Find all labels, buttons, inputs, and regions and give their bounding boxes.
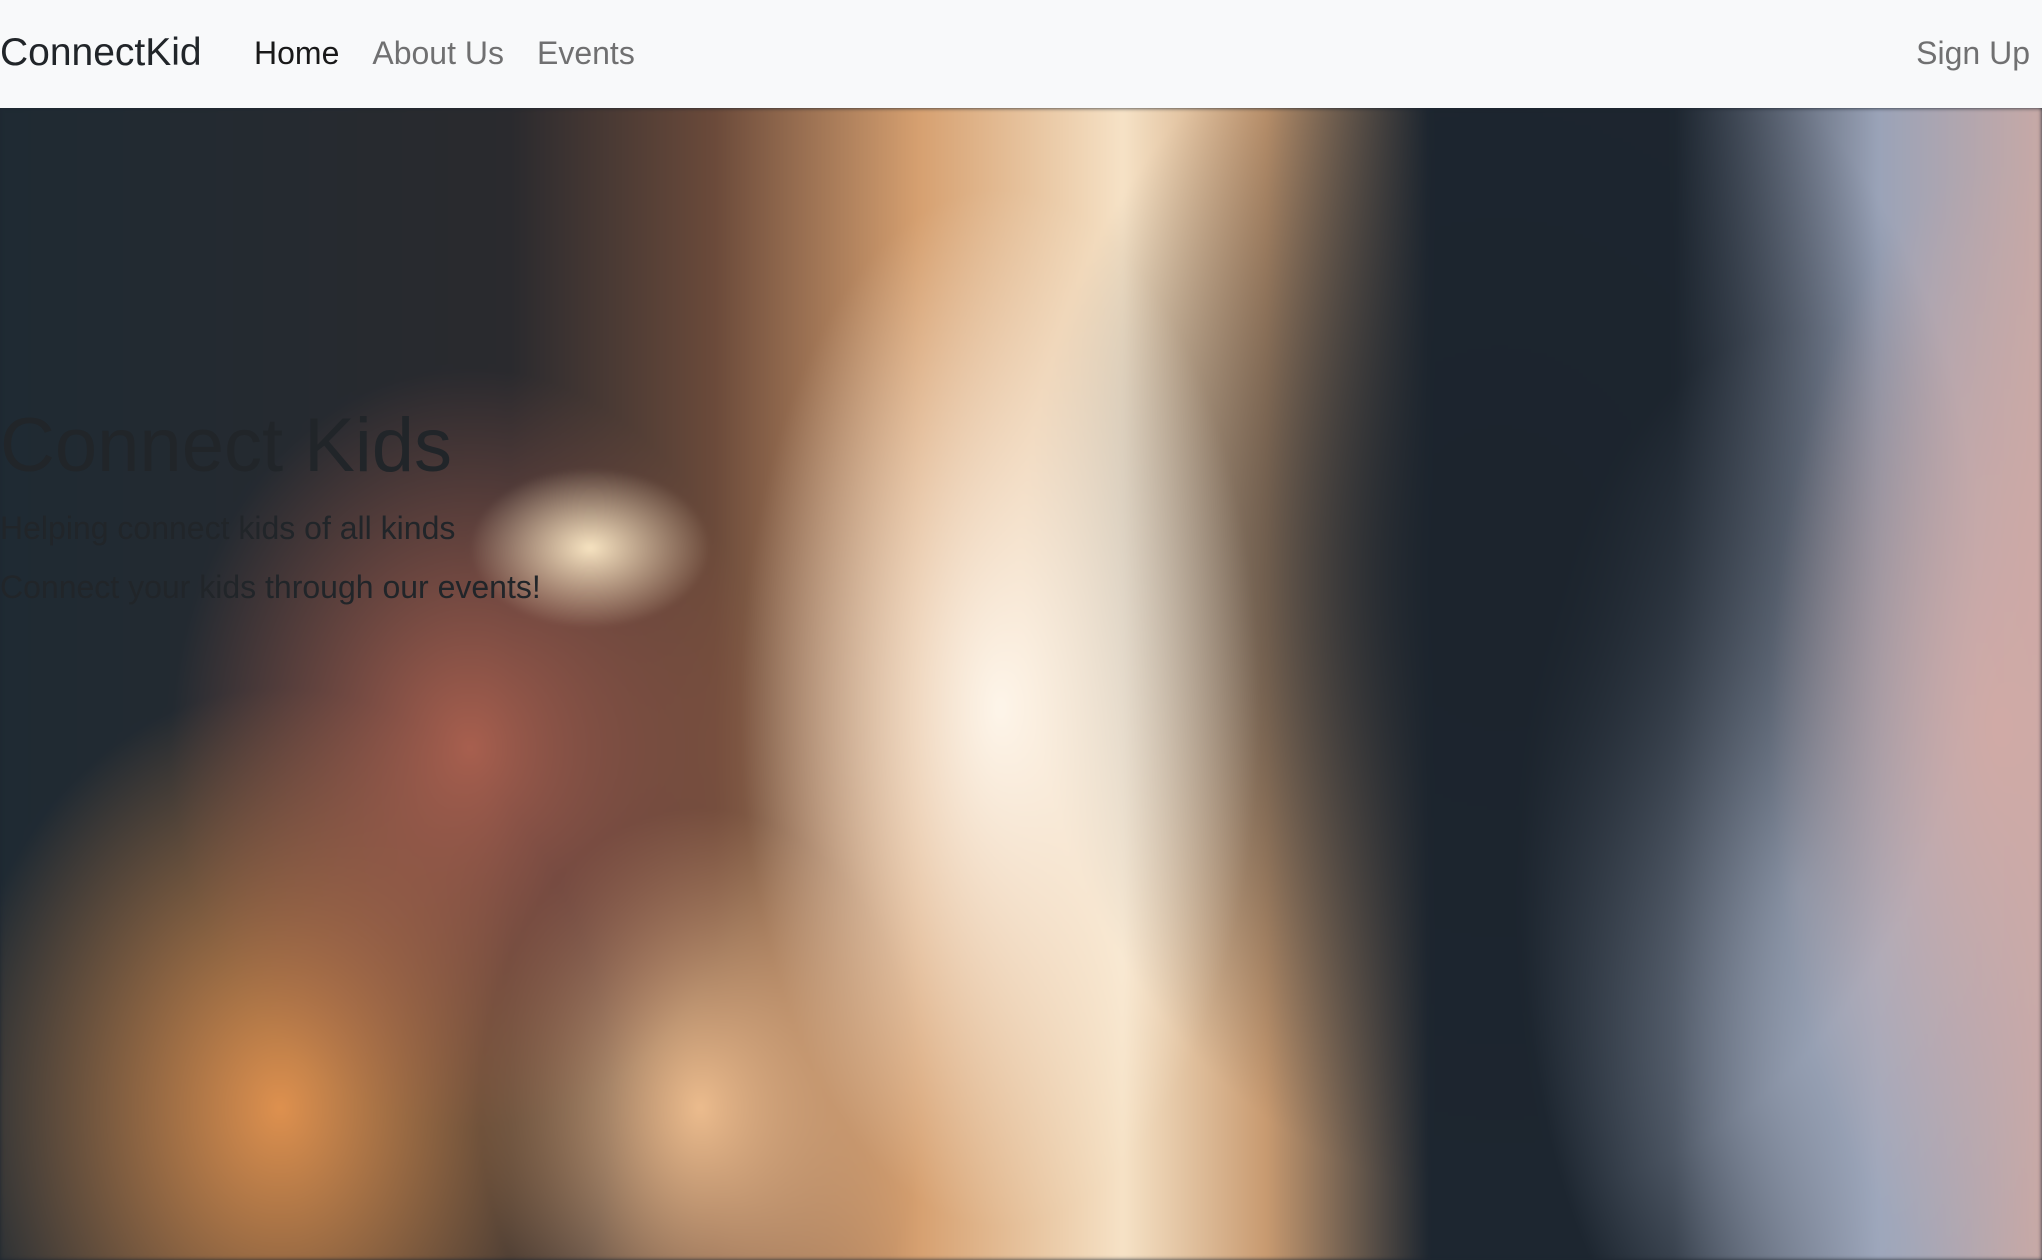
nav-links: Home About Us Events	[254, 30, 635, 76]
hero-title: Connect Kids	[0, 403, 453, 488]
nav-link-about-us[interactable]: About Us	[372, 30, 504, 76]
hero-tagline: Connect your kids through our events!	[0, 569, 541, 605]
sign-up-link[interactable]: Sign Up	[1916, 30, 2030, 76]
nav-link-home[interactable]: Home	[254, 30, 339, 76]
navbar: ConnectKid Home About Us Events Sign Up	[0, 0, 2042, 108]
hero-subtitle: Helping connect kids of all kinds	[0, 510, 456, 546]
nav-link-events[interactable]: Events	[537, 30, 635, 76]
hero-background-image	[0, 108, 2042, 1260]
brand-logo-link[interactable]: ConnectKid	[0, 27, 202, 79]
